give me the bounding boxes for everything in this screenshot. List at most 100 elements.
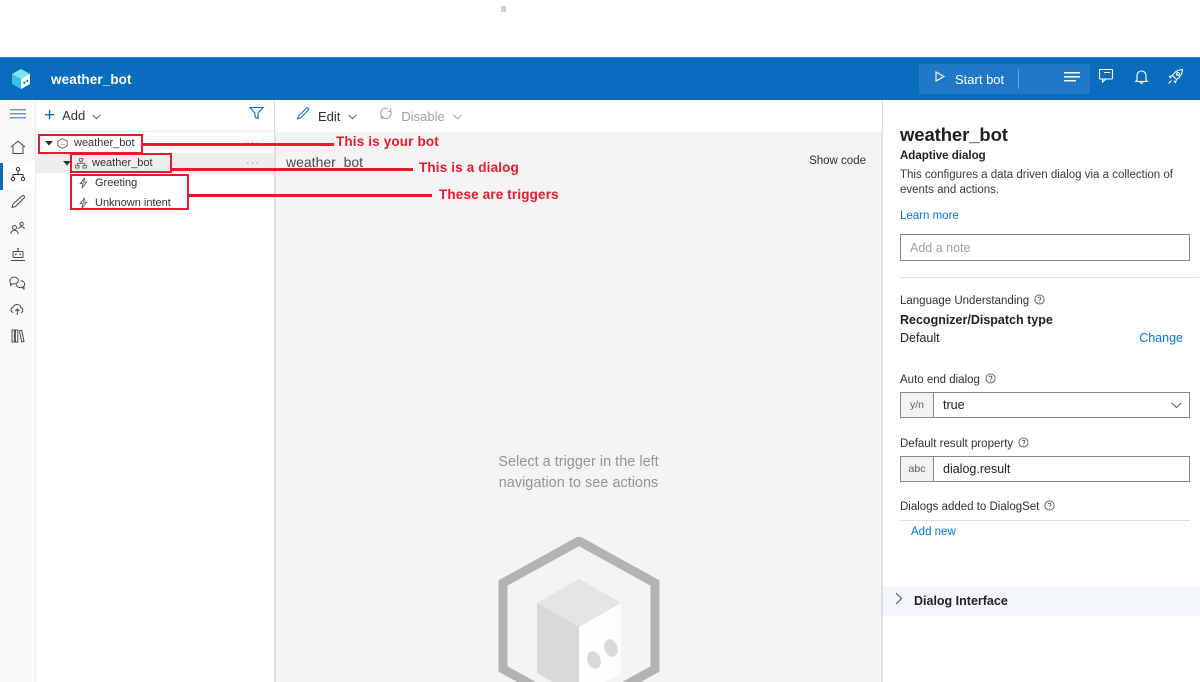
add-label: Add (62, 108, 86, 123)
canvas-toolbar: Edit Disable (275, 100, 882, 132)
learn-more-link[interactable]: Learn more (900, 210, 959, 222)
properties-panel: weather_bot Adaptive dialog This configu… (882, 100, 1200, 682)
properties-header: weather_bot Adaptive dialog This configu… (883, 100, 1200, 278)
tree-row-overflow-menu[interactable]: ··· (246, 158, 260, 169)
plus-icon: + (44, 105, 56, 126)
auto-end-dialog-type-prefix: y/n (901, 393, 934, 417)
auto-end-dialog-label: Auto end dialog (900, 374, 980, 386)
bot-cube-logo-icon[interactable] (0, 58, 42, 100)
play-triangle-icon (933, 70, 946, 88)
hamburger-lines-icon (1064, 70, 1080, 88)
annotation-box-bot (38, 134, 143, 154)
properties-divider (899, 277, 1199, 278)
sidebar-item-qna[interactable] (0, 271, 35, 298)
canvas-body: weather_bot Show code Select a trigger i… (275, 132, 882, 682)
dialogset-label-row: Dialogs added to DialogSet (900, 500, 1183, 514)
show-code-link[interactable]: Show code (809, 155, 866, 167)
sidebar-item-design[interactable] (0, 163, 35, 190)
sidebar-item-skills[interactable] (0, 325, 35, 352)
disable-label: Disable (401, 108, 445, 124)
page-title: weather_bot (900, 124, 1008, 145)
sidebar-item-publish[interactable] (0, 298, 35, 325)
books-library-icon (10, 329, 26, 348)
annotation-label-bot: This is your bot (336, 134, 439, 149)
start-bot-menu-button[interactable] (1054, 64, 1090, 94)
language-understanding-label: Language Understanding (900, 295, 1030, 307)
speech-bubbles-icon (9, 275, 26, 295)
annotation-box-dialog (70, 153, 172, 173)
bot-cube-placeholder-icon (498, 535, 660, 682)
chevron-down-icon (453, 107, 462, 125)
sidebar-item-home[interactable] (0, 136, 35, 163)
sidebar-item-user-says[interactable] (0, 217, 35, 244)
dialog-interface-accordion[interactable]: Dialog Interface (883, 586, 1200, 616)
question-circle-icon[interactable] (1044, 500, 1055, 514)
question-circle-icon[interactable] (985, 373, 996, 387)
disable-button[interactable]: Disable (379, 107, 462, 126)
notifications-button[interactable] (1124, 58, 1158, 100)
chevron-down-icon (92, 107, 101, 125)
language-understanding-label-row: Language Understanding (900, 294, 1183, 308)
dialog-interface-label: Dialog Interface (914, 594, 1008, 608)
left-rail (0, 100, 36, 682)
auto-end-dialog-field[interactable]: y/n true (900, 392, 1190, 418)
edit-button[interactable]: Edit (296, 106, 358, 126)
cloud-publish-icon (9, 302, 26, 322)
chevron-down-icon[interactable] (1163, 393, 1189, 417)
nav-toolbar: + Add (36, 100, 274, 132)
default-result-property-section: Default result property abc dialog.resul… (883, 437, 1200, 482)
sidebar-item-evaluate[interactable] (0, 244, 35, 271)
language-understanding-section: Language Understanding Recognizer/Dispat… (883, 294, 1200, 345)
add-new-dialog-link[interactable]: Add new (911, 526, 956, 538)
annotation-line-triggers (189, 194, 432, 197)
start-bot-label: Start bot (955, 71, 1005, 87)
default-result-label-row: Default result property (900, 437, 1183, 451)
properties-subtitle: Adaptive dialog (900, 150, 986, 162)
sidebar-item-bot-says[interactable] (0, 190, 35, 217)
canvas-panel: Edit Disable weather_bot Show code Selec… (275, 100, 882, 682)
chat-bubbles-button[interactable] (1090, 58, 1124, 100)
default-result-property-field[interactable]: abc dialog.result (900, 456, 1190, 482)
disable-circle-icon (379, 107, 393, 126)
rocket-publish-icon (1167, 68, 1184, 90)
start-bot-button[interactable]: Start bot (919, 64, 1054, 94)
home-icon (10, 140, 26, 160)
auto-end-dialog-label-row: Auto end dialog (900, 373, 1183, 387)
start-bot-divider (1018, 69, 1020, 89)
properties-description: This configures a data driven dialog via… (900, 169, 1173, 196)
empty-state-text: Select a trigger in the left navigation … (276, 442, 881, 494)
edit-label: Edit (318, 108, 341, 124)
auto-end-dialog-value: true (943, 398, 965, 412)
change-recognizer-link[interactable]: Change (1139, 331, 1183, 345)
recognizer-type-label: Recognizer/Dispatch type (900, 313, 1053, 327)
annotation-line-dialog (172, 168, 413, 171)
app-title: weather_bot (51, 71, 132, 87)
rail-hamburger-button[interactable] (0, 100, 35, 132)
filter-funnel-icon (248, 106, 265, 124)
user-says-icon (9, 221, 26, 241)
annotation-line-bot (143, 143, 334, 146)
filter-button[interactable] (248, 106, 265, 125)
recognizer-value-row: Default Change (900, 331, 1183, 345)
pen-authoring-icon (10, 194, 26, 214)
add-note-input[interactable]: Add a note (900, 234, 1190, 261)
default-result-type-prefix: abc (901, 457, 934, 481)
default-result-property-label: Default result property (900, 438, 1014, 450)
chevron-right-icon (895, 592, 903, 610)
app-header: weather_bot Start bot (0, 58, 1200, 100)
annotation-box-triggers (70, 174, 189, 210)
dialogset-divider (900, 520, 1190, 521)
publish-button[interactable] (1158, 58, 1192, 100)
add-button[interactable]: + Add (44, 106, 101, 125)
hamburger-menu-icon (9, 107, 26, 125)
chat-bubbles-icon (1098, 68, 1116, 89)
question-circle-icon[interactable] (1018, 437, 1029, 451)
auto-end-dialog-section: Auto end dialog y/n true (883, 373, 1200, 418)
rail-items (0, 136, 35, 352)
default-result-property-value: dialog.result (943, 462, 1011, 476)
design-flow-icon (10, 166, 26, 187)
robot-evaluate-icon (10, 247, 26, 268)
question-circle-icon[interactable] (1034, 294, 1045, 308)
pencil-edit-icon (296, 106, 310, 126)
top-white-strip (0, 0, 1200, 58)
